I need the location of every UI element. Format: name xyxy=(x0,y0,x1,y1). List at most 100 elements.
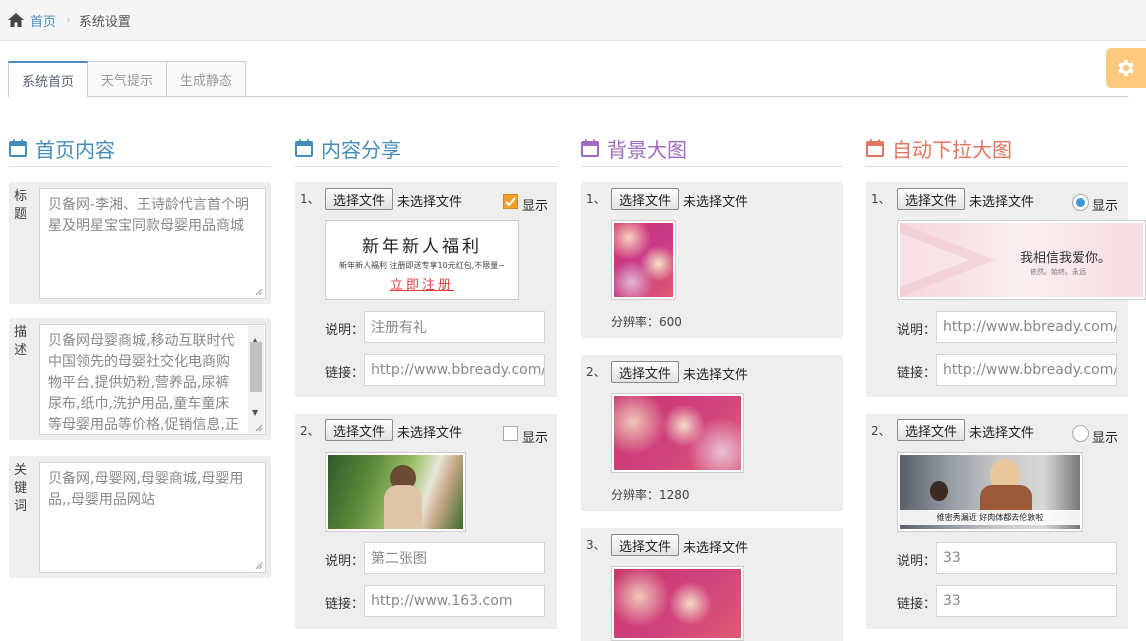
resize-handle-icon[interactable] xyxy=(255,562,263,570)
background-item-number: 2、 xyxy=(586,365,606,379)
dropdown-item-1-preview-image: 我相信我爱你。 依然。始终。永远 xyxy=(897,220,1146,300)
homepage-section: 首页内容 xyxy=(9,130,271,167)
background-item-2-preview-image xyxy=(611,393,744,473)
background-item-2-file-button[interactable]: 选择文件 xyxy=(611,361,680,383)
background-item-number: 1、 xyxy=(586,192,606,206)
breadcrumb-home-link[interactable]: 首页 xyxy=(30,11,56,30)
dropdown-section: 自动下拉大图 xyxy=(866,130,1128,167)
resize-handle-icon[interactable] xyxy=(255,424,263,432)
homepage-section-title: 首页内容 xyxy=(35,137,115,162)
dropdown-item-1-file-button[interactable]: 选择文件 xyxy=(897,188,966,210)
dropdown-item-2-link-input[interactable]: 33 xyxy=(936,585,1117,617)
share-item-1-file-status: 未选择文件 xyxy=(397,195,463,210)
dropdown-item-1-desc-input[interactable]: http://www.bbready.com/ xyxy=(936,311,1117,343)
description-scrollbar[interactable]: ▲ ▼ xyxy=(248,326,264,433)
title-field-label: 标题 xyxy=(14,189,28,222)
description-field-group: 描述 贝备网母婴商城,移动互联时代中国领先的母婴社交化电商购物平台,提供奶粉,营… xyxy=(9,318,271,440)
background-item-1: 1、 选择文件 未选择文件 分辨率：600 xyxy=(581,182,843,338)
share-item-1-link-label: 链接： xyxy=(325,366,365,381)
background-item-number: 3、 xyxy=(586,538,606,552)
dropdown-item-2-preview-image: 维密秀漏近 好肉体都去伦敦啦 xyxy=(897,452,1083,532)
banner-subtext: 依然。始终。永远 xyxy=(1030,268,1086,276)
dropdown-item-2-file-button[interactable]: 选择文件 xyxy=(897,419,966,441)
dropdown-item-1-show-radio[interactable] xyxy=(1072,194,1089,211)
share-item-1-desc-label: 说明： xyxy=(325,323,365,338)
share-item-1: 1、 选择文件 未选择文件 显示 新年新人福利 新年新人福利 注册即送专享10元… xyxy=(295,182,557,397)
share-item-2-desc-label: 说明： xyxy=(325,554,365,569)
share-item-number: 2、 xyxy=(300,424,320,438)
share-item-1-desc-input[interactable]: 注册有礼 xyxy=(364,311,545,343)
dropdown-section-title: 自动下拉大图 xyxy=(892,137,1012,162)
share-item-1-preview-image: 新年新人福利 新年新人福利 注册即送专享10元红包,不限量~ 立即注册 xyxy=(325,220,519,300)
dropdown-item-2-desc-label: 说明： xyxy=(897,554,937,569)
breadcrumb-separator-icon: › xyxy=(66,13,71,27)
share-section-title: 内容分享 xyxy=(321,137,401,162)
dropdown-item-1-show-label: 显示 xyxy=(1092,199,1119,214)
banner-text: 我相信我爱你。 xyxy=(1020,251,1112,266)
share-item-2-show-label: 显示 xyxy=(522,431,549,446)
background-item-1-preview-image xyxy=(611,220,676,300)
background-item-1-file-button[interactable]: 选择文件 xyxy=(611,188,680,210)
dropdown-item-number: 1、 xyxy=(871,192,891,206)
share-section-header: 内容分享 xyxy=(295,130,557,167)
share-item-2-preview-image xyxy=(325,452,466,532)
share-item-1-link-input[interactable]: http://www.bbready.com/ xyxy=(364,354,545,386)
dropdown-item-1: 1、 选择文件 未选择文件 显示 我相信我爱你。 依然。始终。永远 说明： ht… xyxy=(866,182,1146,397)
share-item-2-show-checkbox[interactable] xyxy=(503,426,518,441)
banner-title: 新年新人福利 xyxy=(362,237,482,257)
calendar-icon xyxy=(866,139,884,157)
homepage-section-header: 首页内容 xyxy=(9,130,271,167)
breadcrumb-current: 系统设置 xyxy=(78,14,131,30)
share-item-2-desc-input[interactable]: 第二张图 xyxy=(364,542,545,574)
background-section: 背景大图 xyxy=(581,130,843,167)
dropdown-item-2: 2、 选择文件 未选择文件 显示 维密秀漏近 好肉体都去伦敦啦 说明： 33 链… xyxy=(866,414,1128,629)
dropdown-item-1-link-input[interactable]: http://www.bbready.com/ xyxy=(936,354,1117,386)
calendar-icon xyxy=(9,139,27,157)
checkmark-icon xyxy=(505,197,516,207)
share-section: 内容分享 xyxy=(295,130,557,167)
dropdown-item-1-file-status: 未选择文件 xyxy=(969,195,1035,210)
share-item-1-file-button[interactable]: 选择文件 xyxy=(325,188,394,210)
share-item-2-link-input[interactable]: http://www.163.com xyxy=(364,585,545,617)
tab-bar: 系统首页 天气提示 生成静态 xyxy=(8,61,1128,98)
background-item-1-resolution: 分辨率：600 xyxy=(611,315,682,329)
resize-handle-icon[interactable] xyxy=(255,288,263,296)
dropdown-item-2-show-label: 显示 xyxy=(1092,431,1119,446)
share-item-1-show-checkbox[interactable] xyxy=(503,194,518,209)
dropdown-item-2-desc-input[interactable]: 33 xyxy=(936,542,1117,574)
dropdown-item-2-link-label: 链接： xyxy=(897,597,937,612)
breadcrumb: 首页 › 系统设置 xyxy=(0,0,1146,41)
calendar-icon xyxy=(581,139,599,157)
tab-system-home[interactable]: 系统首页 xyxy=(8,61,89,98)
dropdown-item-2-file-status: 未选择文件 xyxy=(969,426,1035,441)
keywords-field-label: 关键词 xyxy=(14,463,28,514)
title-textarea[interactable]: 贝备网-李湘、王诗龄代言首个明星及明星宝宝同款母婴用品商城 xyxy=(39,188,266,299)
background-item-2-file-status: 未选择文件 xyxy=(683,368,749,383)
banner-caption: 维密秀漏近 好肉体都去伦敦啦 xyxy=(900,510,1080,525)
keywords-field-group: 关键词 贝备网,母婴网,母婴商城,母婴用品,,母婴用品网站 xyxy=(9,456,271,578)
background-item-1-file-status: 未选择文件 xyxy=(683,195,749,210)
scrollbar-thumb[interactable] xyxy=(250,342,262,392)
share-item-2-link-label: 链接： xyxy=(325,597,365,612)
title-field-group: 标题 贝备网-李湘、王诗龄代言首个明星及明星宝宝同款母婴用品商城 xyxy=(9,182,271,304)
background-item-2-resolution: 分辨率：1280 xyxy=(611,488,690,502)
share-item-2-file-status: 未选择文件 xyxy=(397,426,463,441)
banner-cta: 立即注册 xyxy=(389,278,454,293)
dropdown-item-number: 2、 xyxy=(871,424,891,438)
dropdown-item-1-link-label: 链接： xyxy=(897,366,937,381)
background-item-3-file-button[interactable]: 选择文件 xyxy=(611,534,680,556)
background-section-title: 背景大图 xyxy=(607,137,687,162)
dropdown-item-2-show-radio[interactable] xyxy=(1072,425,1089,442)
tab-generate-static[interactable]: 生成静态 xyxy=(167,61,247,97)
description-textarea[interactable]: 贝备网母婴商城,移动互联时代中国领先的母婴社交化电商购物平台,提供奶粉,营养品,… xyxy=(39,324,266,435)
share-item-2-file-button[interactable]: 选择文件 xyxy=(325,419,394,441)
background-item-3: 3、 选择文件 未选择文件 xyxy=(581,528,843,641)
share-item-1-show-label: 显示 xyxy=(522,199,549,214)
keywords-textarea[interactable]: 贝备网,母婴网,母婴商城,母婴用品,,母婴用品网站 xyxy=(39,462,266,573)
tab-weather[interactable]: 天气提示 xyxy=(88,61,168,97)
scroll-down-icon[interactable]: ▼ xyxy=(252,402,258,423)
share-item-2: 2、 选择文件 未选择文件 显示 说明： 第二张图 链接： http://www… xyxy=(295,414,557,629)
dropdown-item-1-desc-label: 说明： xyxy=(897,323,937,338)
description-field-label: 描述 xyxy=(14,325,28,358)
home-icon xyxy=(8,13,24,27)
